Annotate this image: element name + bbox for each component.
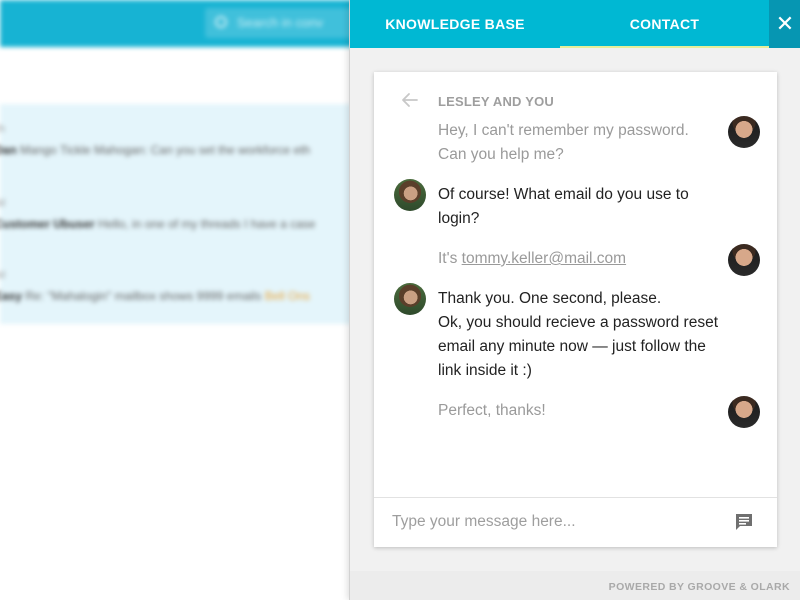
conversation-title: LESLEY AND YOU (438, 94, 554, 109)
chat-bubble-icon[interactable] (734, 512, 754, 532)
widget-tab-bar: KNOWLEDGE BASE CONTACT (350, 0, 769, 48)
message-user: It's tommy.keller@mail.com (438, 250, 627, 267)
message-agent: Of course! What email do you use to logi… (438, 186, 689, 227)
background-search-placeholder: Search in conv (237, 15, 323, 30)
chat-card: LESLEY AND YOU Hey, I can't remember my … (374, 72, 777, 547)
background-row: 2h Dan Mango Tickle Mahogan: Can you set… (0, 124, 311, 157)
background-row: 4d Easy Re: "Mahalogin" mailbox shows 99… (0, 270, 311, 303)
background-row: 3d Customer Ubuser Hello, in one of my t… (0, 198, 316, 231)
close-button[interactable]: ✕ (769, 0, 800, 48)
tab-knowledge-base[interactable]: KNOWLEDGE BASE (350, 0, 560, 48)
user-avatar (728, 244, 760, 276)
message-user: Hey, I can't remember my password. Can y… (438, 122, 689, 163)
user-avatar (728, 116, 760, 148)
support-widget-panel: KNOWLEDGE BASE CONTACT ✕ LESLEY AND YOU … (349, 0, 800, 600)
close-icon: ✕ (775, 11, 795, 36)
message-user: Perfect, thanks! (438, 402, 546, 419)
powered-by-label: POWERED BY GROOVE & OLARK (608, 581, 790, 593)
composer-divider (374, 497, 777, 498)
tab-contact[interactable]: CONTACT (560, 0, 769, 48)
chat-header: LESLEY AND YOU (374, 72, 777, 122)
agent-avatar (394, 283, 426, 315)
search-icon (215, 16, 227, 28)
back-arrow-icon[interactable] (400, 90, 420, 110)
email-link[interactable]: tommy.keller@mail.com (462, 250, 626, 267)
active-tab-indicator (560, 46, 769, 48)
user-avatar (728, 396, 760, 428)
agent-avatar (394, 179, 426, 211)
message-input[interactable] (392, 509, 722, 535)
message-agent: Thank you. One second, please. Ok, you s… (438, 290, 718, 379)
tab-contact-label: CONTACT (629, 16, 700, 32)
